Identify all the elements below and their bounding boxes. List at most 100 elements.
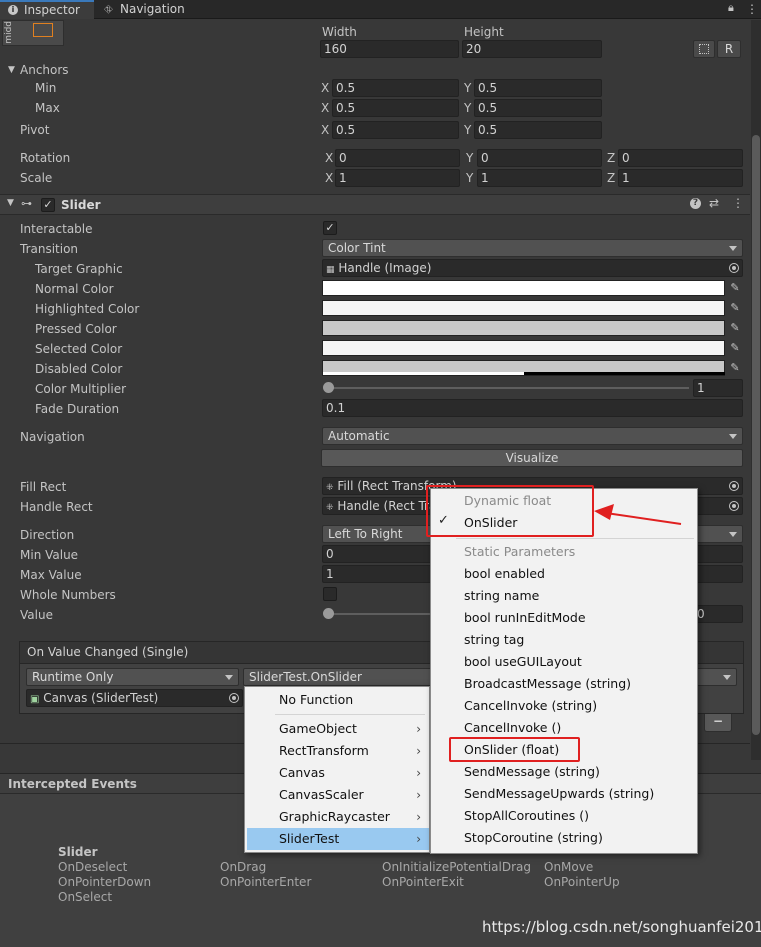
- tab-inspector[interactable]: i Inspector: [0, 0, 94, 19]
- runtime-dropdown[interactable]: Runtime Only: [26, 668, 239, 686]
- min-value-label: Min Value: [20, 548, 79, 562]
- fade-duration-field[interactable]: 0.1: [322, 399, 743, 417]
- pivot-x-field[interactable]: 0.5: [332, 121, 459, 139]
- whole-numbers-checkbox[interactable]: [323, 587, 337, 601]
- component-menu-item[interactable]: RectTransform ›: [279, 740, 429, 762]
- transition-dropdown[interactable]: Color Tint: [322, 239, 743, 257]
- chevron-right-icon: ›: [416, 810, 421, 824]
- remove-listener-button[interactable]: −: [704, 714, 732, 732]
- method-item[interactable]: bool useGUILayout: [464, 651, 582, 673]
- disabled-color-label: Disabled Color: [35, 362, 123, 376]
- component-menu-item[interactable]: GameObject ›: [279, 718, 429, 740]
- min-label: Min: [35, 81, 57, 95]
- pivot-y-field[interactable]: 0.5: [474, 121, 602, 139]
- pressed-color-label: Pressed Color: [35, 322, 117, 336]
- max-x-field[interactable]: 0.5: [332, 99, 459, 117]
- chevron-right-icon: ›: [416, 766, 421, 780]
- method-item[interactable]: string tag: [464, 629, 524, 651]
- component-menu-item[interactable]: Canvas ›: [279, 762, 429, 784]
- interactable-checkbox[interactable]: ✓: [323, 221, 337, 235]
- chevron-down-icon: [723, 675, 731, 680]
- visualize-button[interactable]: Visualize: [321, 449, 743, 467]
- width-label: Width: [322, 25, 357, 39]
- direction-value: Left To Right: [328, 527, 403, 541]
- anchors-foldout-icon[interactable]: ▼: [8, 62, 15, 78]
- eyedropper-icon[interactable]: ✎: [727, 340, 743, 356]
- disabled-color-swatch[interactable]: [322, 360, 725, 376]
- highlighted-color-swatch[interactable]: [322, 300, 725, 316]
- pressed-color-swatch[interactable]: [322, 320, 725, 336]
- method-item[interactable]: string name: [464, 585, 539, 607]
- method-item[interactable]: bool enabled: [464, 563, 545, 585]
- navigation-dropdown[interactable]: Automatic: [322, 427, 743, 445]
- rotation-y-field[interactable]: 0: [477, 149, 602, 167]
- more-menu-icon[interactable]: ⋮: [746, 0, 758, 18]
- whole-numbers-label: Whole Numbers: [20, 588, 116, 602]
- object-picker-icon[interactable]: [729, 263, 739, 273]
- pivot-y-axis: Y: [464, 123, 472, 137]
- event-name: OnInitializePotentialDrag: [382, 860, 531, 874]
- scale-z-field[interactable]: 1: [618, 169, 743, 187]
- slider-enabled-checkbox[interactable]: ✓: [41, 198, 55, 212]
- raw-edit-button[interactable]: R: [717, 40, 741, 58]
- slider-component-header[interactable]: [0, 194, 750, 215]
- value-slider-handle[interactable]: [323, 608, 334, 619]
- scale-label: Scale: [20, 171, 53, 185]
- method-item[interactable]: StopCoroutine (string): [464, 827, 603, 849]
- tab-inspector-label: Inspector: [24, 3, 80, 17]
- method-item[interactable]: CancelInvoke (string): [464, 695, 597, 717]
- method-item[interactable]: bool runInEditMode: [464, 607, 586, 629]
- slider-foldout-icon[interactable]: ▼: [7, 198, 14, 208]
- method-item[interactable]: BroadcastMessage (string): [464, 673, 631, 695]
- chevron-right-icon: ›: [416, 832, 421, 846]
- method-item[interactable]: CancelInvoke (): [464, 717, 561, 739]
- component-menu-icon[interactable]: ⋮: [732, 196, 744, 210]
- height-field[interactable]: 20: [462, 40, 602, 58]
- eyedropper-icon[interactable]: ✎: [727, 360, 743, 376]
- lock-icon[interactable]: 🔒︎: [728, 1, 734, 15]
- method-item[interactable]: StopAllCoroutines (): [464, 805, 589, 827]
- rotation-x-field[interactable]: 0: [335, 149, 460, 167]
- scale-y-field[interactable]: 1: [477, 169, 602, 187]
- object-picker-icon[interactable]: [729, 501, 739, 511]
- target-graphic-value: Handle (Image): [338, 261, 432, 275]
- event-name: OnPointerExit: [382, 875, 464, 889]
- tab-navigation[interactable]: ⛗ Navigation: [96, 0, 206, 19]
- color-multiplier-track[interactable]: [326, 387, 689, 389]
- preset-icon[interactable]: ⇄: [709, 196, 719, 210]
- help-icon[interactable]: ?: [690, 198, 701, 209]
- menu-separator: [456, 538, 694, 539]
- eyedropper-icon[interactable]: ✎: [727, 300, 743, 316]
- max-y-field[interactable]: 0.5: [474, 99, 602, 117]
- color-multiplier-field[interactable]: 1: [693, 379, 743, 397]
- intercepted-component-name: Slider: [58, 845, 98, 859]
- method-item[interactable]: SendMessage (string): [464, 761, 600, 783]
- eyedropper-icon[interactable]: ✎: [727, 280, 743, 296]
- color-multiplier-handle[interactable]: [323, 382, 334, 393]
- anchor-preset-button[interactable]: midd: [2, 20, 64, 46]
- rotation-z-field[interactable]: 0: [618, 149, 743, 167]
- value-field[interactable]: 0: [693, 605, 743, 623]
- event-object-field[interactable]: ▣ Canvas (SliderTest): [26, 689, 243, 707]
- min-y-field[interactable]: 0.5: [474, 79, 602, 97]
- component-menu-item[interactable]: CanvasScaler ›: [279, 784, 429, 806]
- eyedropper-icon[interactable]: ✎: [727, 320, 743, 336]
- blueprint-mode-button[interactable]: [693, 40, 715, 58]
- component-menu-item-selected[interactable]: SliderTest ›: [247, 828, 429, 850]
- target-graphic-field[interactable]: ▦ Handle (Image): [322, 259, 743, 277]
- normal-color-swatch[interactable]: [322, 280, 725, 296]
- object-picker-icon[interactable]: [729, 481, 739, 491]
- component-menu-item[interactable]: GraphicRaycaster ›: [279, 806, 429, 828]
- selected-color-swatch[interactable]: [322, 340, 725, 356]
- scrollbar-thumb[interactable]: [752, 135, 760, 735]
- chevron-right-icon: ›: [416, 722, 421, 736]
- component-menu-item[interactable]: No Function: [279, 689, 429, 711]
- object-picker-icon[interactable]: [229, 693, 239, 703]
- min-x-field[interactable]: 0.5: [332, 79, 459, 97]
- method-item[interactable]: SendMessageUpwards (string): [464, 783, 654, 805]
- event-name: OnPointerUp: [544, 875, 620, 889]
- info-icon: i: [8, 5, 18, 15]
- width-field[interactable]: 160: [320, 40, 459, 58]
- scale-x-field[interactable]: 1: [335, 169, 460, 187]
- anchor-preset-label: midd: [4, 21, 14, 44]
